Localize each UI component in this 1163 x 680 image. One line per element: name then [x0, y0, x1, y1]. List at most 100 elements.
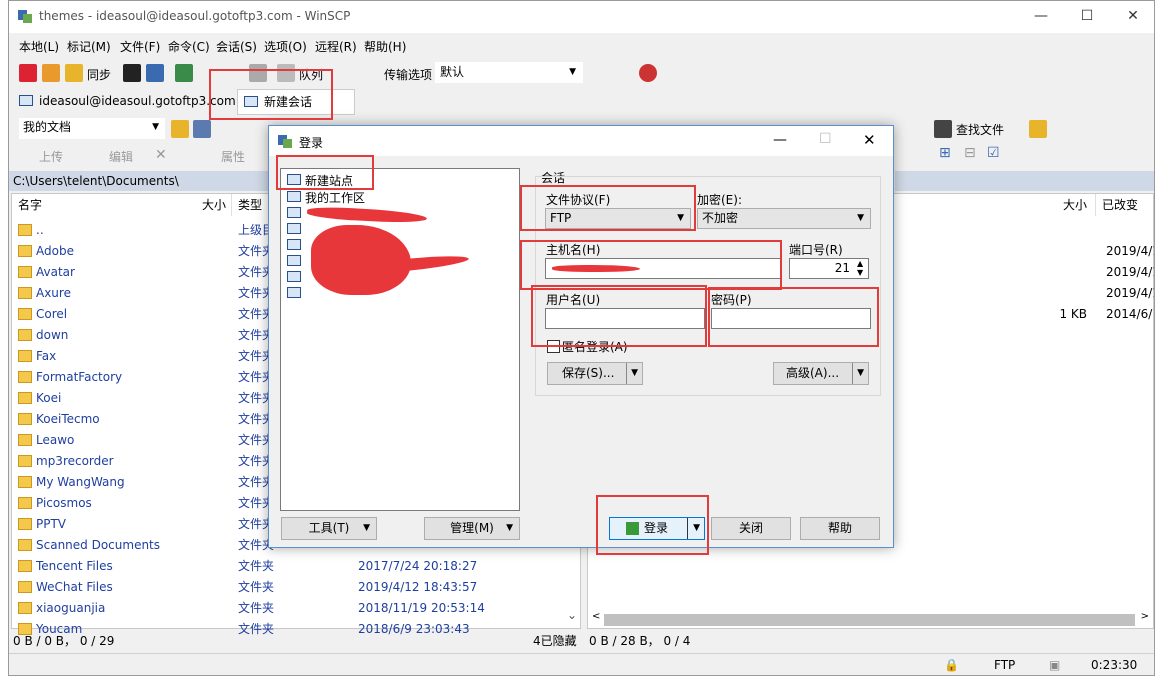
file-name: Avatar [36, 265, 75, 279]
file-name: Leawo [36, 433, 75, 447]
select-icon[interactable]: ☑ [987, 145, 1000, 161]
open-folder-icon[interactable] [171, 120, 189, 138]
queue-icon[interactable] [277, 64, 295, 82]
file-name: PPTV [36, 517, 67, 531]
menu-remote[interactable]: 远程(R) [315, 38, 357, 55]
monitor-icon [287, 271, 301, 282]
dialog-maximize-button[interactable]: ☐ [819, 131, 832, 147]
host-input[interactable] [545, 258, 781, 279]
port-label: 端口号(R) [789, 243, 843, 257]
add-icon[interactable]: ⊞ [939, 145, 951, 161]
site-new[interactable]: 新建站点 [285, 172, 353, 190]
menu-file[interactable]: 文件(F) [120, 38, 160, 55]
save-button[interactable]: 保存(S)... ▼ [547, 362, 643, 385]
menu-local[interactable]: 本地(L) [19, 38, 59, 55]
terminal-icon[interactable] [123, 64, 141, 82]
folder-icon [18, 371, 32, 383]
menu-options[interactable]: 选项(O) [264, 38, 307, 55]
preferences-icon[interactable] [175, 64, 193, 82]
menu-help[interactable]: 帮助(H) [364, 38, 406, 55]
encryption-select[interactable]: 不加密 ▼ [697, 208, 871, 229]
file-name: xiaoguanjia [36, 601, 106, 615]
dialog-close-button[interactable]: ✕ [863, 131, 876, 149]
host-label: 主机名(H) [546, 243, 601, 257]
close-window-button[interactable]: ✕ [1110, 1, 1156, 31]
file-date: 2014/6/ [1106, 307, 1153, 321]
login-button[interactable]: 登录 ▼ [609, 517, 705, 540]
col-name[interactable]: 名字 [12, 194, 232, 216]
scroll-left-arrow[interactable]: < [592, 611, 600, 622]
manage-button[interactable]: 管理(M) ▼ [424, 517, 520, 540]
network-icon: ▣ [1049, 658, 1061, 672]
find-files-label[interactable]: 查找文件 [956, 121, 1004, 138]
login-arrow-icon [626, 522, 639, 535]
tab-session-ideasoul[interactable]: ideasoul@ideasoul.gotoftp3.com [13, 89, 261, 113]
username-input[interactable] [545, 308, 705, 329]
properties-button[interactable]: 属性 [221, 148, 245, 165]
reconnect-icon[interactable] [639, 64, 657, 82]
monitor-icon [287, 239, 301, 250]
file-name: Scanned Documents [36, 538, 161, 552]
tab-new-session[interactable]: 新建会话 [237, 89, 355, 115]
horizontal-scrollbar[interactable] [604, 614, 1135, 626]
table-row[interactable]: WeChat Files 文件夹 2019/4/12 18:43:57 [12, 577, 580, 598]
tree-icon[interactable] [1029, 120, 1047, 138]
scroll-down-arrow[interactable]: ⌄ [564, 608, 580, 628]
synchronize-browse-icon[interactable] [42, 64, 60, 82]
username-label: 用户名(U) [546, 293, 601, 307]
dialog-minimize-button[interactable]: — [773, 132, 787, 148]
protocol-select[interactable]: FTP ▼ [545, 208, 691, 229]
hidden-count[interactable]: 4已隐藏 [533, 631, 577, 651]
minimize-button[interactable]: — [1018, 1, 1064, 31]
menu-command[interactable]: 命令(C) [168, 38, 210, 55]
col-changed-remote[interactable]: 已改变 [1096, 194, 1156, 216]
transfer-settings-select[interactable]: 默认 ▼ [435, 62, 583, 83]
chevron-down-icon: ▼ [857, 213, 864, 223]
advanced-button[interactable]: 高级(A)... ▼ [773, 362, 869, 385]
file-type: 文件夹 [238, 559, 275, 573]
table-row[interactable]: xiaoguanjia 文件夹 2018/11/19 20:53:14 [12, 598, 580, 619]
new-site-icon [287, 174, 301, 185]
sync-icon[interactable] [65, 64, 83, 82]
local-path-bar: C:\Users\telent\Documents\ [9, 171, 271, 191]
monitor-icon [287, 207, 301, 218]
maximize-button[interactable]: ☐ [1064, 1, 1110, 31]
upload-button[interactable]: 上传 [39, 148, 63, 165]
menu-session[interactable]: 会话(S) [216, 38, 257, 55]
scroll-right-arrow[interactable]: > [1141, 611, 1149, 622]
folder-icon [18, 539, 32, 551]
col-size[interactable]: 大小 [202, 194, 232, 216]
file-name: Adobe [36, 244, 74, 258]
compare-icon[interactable] [19, 64, 37, 82]
folder-icon [18, 245, 32, 257]
file-name: Koei [36, 391, 62, 405]
file-date: 2019/4/12 18:43:57 [358, 580, 478, 594]
menu-mark[interactable]: 标记(M) [67, 38, 111, 55]
sync-label[interactable]: 同步 [87, 66, 111, 83]
chevron-down-icon: ▼ [852, 363, 864, 384]
col-size-remote[interactable]: 大小 [928, 194, 1096, 216]
folder-icon [18, 560, 32, 572]
anonymous-checkbox[interactable] [547, 340, 560, 353]
tools-button[interactable]: 工具(T) ▼ [281, 517, 377, 540]
site-tree[interactable]: 新建站点 我的工作区 [280, 168, 520, 511]
find-files-icon[interactable] [934, 120, 952, 138]
anonymous-label[interactable]: 匿名登录(A) [562, 338, 628, 355]
remove-icon[interactable]: ⊟ [964, 145, 976, 161]
password-input[interactable] [711, 308, 871, 329]
edit-button[interactable]: 编辑 [109, 148, 133, 165]
delete-icon[interactable]: ✕ [155, 147, 167, 163]
gear-icon[interactable] [249, 64, 267, 82]
putty-icon[interactable] [146, 64, 164, 82]
queue-label[interactable]: 队列 [299, 66, 323, 83]
file-type: 文件夹 [238, 601, 275, 615]
site-entry[interactable] [285, 285, 305, 303]
filter-icon[interactable] [193, 120, 211, 138]
folder-icon [18, 602, 32, 614]
local-path-combo[interactable]: 我的文档 ▼ [19, 118, 165, 139]
close-button[interactable]: 关闭 [711, 517, 791, 540]
table-row[interactable]: Tencent Files 文件夹 2017/7/24 20:18:27 [12, 556, 580, 577]
folder-icon [18, 224, 32, 236]
help-button[interactable]: 帮助 [800, 517, 880, 540]
port-stepper-icon[interactable]: ▲ ▼ [857, 259, 863, 277]
